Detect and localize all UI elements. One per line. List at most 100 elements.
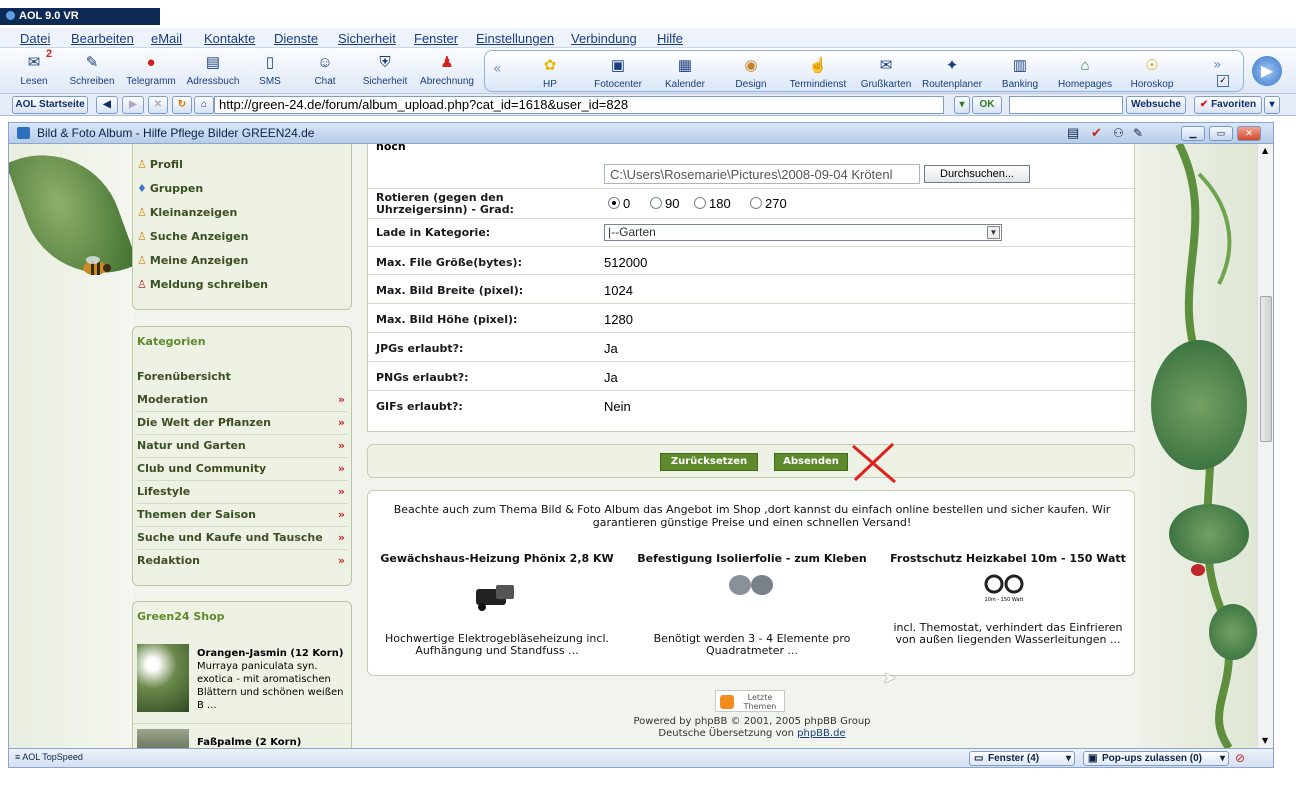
toolbar-hp[interactable]: ✿ HP	[525, 53, 575, 90]
sidebar-item-suche-anzeigen[interactable]: ♙ Suche Anzeigen	[137, 230, 248, 243]
toolbar-fotocenter[interactable]: ▣ Fotocenter	[585, 53, 651, 90]
category-item[interactable]: Themen der Saison»	[137, 504, 347, 527]
scroll-down-icon[interactable]: ▼	[1262, 736, 1268, 745]
rotate-option-180[interactable]: 180	[694, 196, 731, 211]
back-button[interactable]: ◀	[96, 96, 118, 114]
toolbar-abrechnung[interactable]: ♟ Abrechnung	[416, 50, 478, 87]
scrollbar-thumb[interactable]	[1260, 296, 1272, 442]
reload-button[interactable]: ↻	[172, 96, 192, 114]
category-item[interactable]: Suche und Kaufe und Tausche»	[137, 527, 347, 550]
print-icon[interactable]: ▤	[1067, 123, 1079, 143]
scroll-right-icon[interactable]: »	[1213, 57, 1222, 73]
submit-button[interactable]: Absenden	[774, 453, 848, 471]
toolbar-termindienst[interactable]: ☝ Termindienst	[785, 53, 851, 90]
toolbar-lesen[interactable]: ✉ Lesen 2	[14, 48, 54, 87]
rotate-option-0[interactable]: 0	[608, 196, 630, 211]
websuche-button[interactable]: Websuche	[1126, 96, 1186, 114]
palm-image[interactable]	[137, 729, 189, 748]
browse-button[interactable]: Durchsuchen...	[924, 165, 1030, 183]
category-item[interactable]: Natur und Garten»	[137, 435, 347, 458]
chevron-double-down-icon: »	[337, 416, 345, 429]
latest-topics-rss-button[interactable]: Letzte Themen	[715, 690, 785, 712]
url-dropdown[interactable]: ▾	[954, 96, 970, 114]
favoriten-dropdown[interactable]: ▾	[1264, 96, 1280, 114]
toolbar-adressbuch[interactable]: ▤ Adressbuch	[184, 50, 242, 87]
sidebar-item-meldung-schreiben[interactable]: ♙ Meldung schreiben	[137, 278, 268, 291]
go-button[interactable]: OK	[972, 96, 1002, 114]
menu-kontakte[interactable]: Kontakte	[204, 31, 255, 46]
product-title[interactable]: Befestigung Isolierfolie - zum Kleben	[632, 552, 872, 565]
sidebar-item-meine-anzeigen[interactable]: ♙ Meine Anzeigen	[137, 254, 248, 267]
close-button[interactable]: ✕	[1237, 126, 1261, 141]
favorite-check-icon[interactable]: ✔	[1091, 123, 1102, 143]
category-item[interactable]: Moderation»	[137, 389, 347, 412]
menu-fenster[interactable]: Fenster	[414, 31, 458, 46]
aol-startseite-button[interactable]: AOL Startseite	[12, 96, 88, 114]
security-icon[interactable]: ⊘	[1235, 751, 1245, 765]
jasmin-image[interactable]	[137, 644, 189, 712]
shop-promo-box: Beachte auch zum Thema Bild & Foto Album…	[367, 490, 1135, 676]
forward-button[interactable]: ▶	[122, 96, 144, 114]
restore-button[interactable]: ▭	[1209, 126, 1233, 141]
toolbar-routenplaner[interactable]: ✦ Routenplaner	[919, 53, 985, 90]
people-icon[interactable]: ⚇	[1113, 123, 1124, 143]
toolbar-horoskop[interactable]: ☉ Horoskop	[1121, 53, 1183, 90]
favoriten-button[interactable]: ✔ Favoriten	[1194, 96, 1262, 114]
product-title[interactable]: Frostschutz Heizkabel 10m - 150 Watt	[888, 552, 1128, 565]
windows-dropdown[interactable]: ▭ Fenster (4) ▾	[969, 751, 1075, 766]
toolbar-sicherheit[interactable]: ⛨ Sicherheit	[356, 50, 414, 88]
menu-dienste[interactable]: Dienste	[274, 31, 318, 46]
scroll-up-icon[interactable]: ▲	[1262, 146, 1268, 155]
menu-verbindung[interactable]: Verbindung	[571, 31, 637, 46]
aol-triangle-icon[interactable]: ▶	[1252, 56, 1282, 86]
clips-image[interactable]	[726, 571, 776, 599]
toolbar-homepages[interactable]: ⌂ Homepages	[1053, 53, 1117, 91]
heating-cable-image[interactable]	[980, 573, 1030, 599]
phpbb-de-link[interactable]: phpBB.de	[797, 728, 845, 739]
rotate-option-90[interactable]: 90	[650, 196, 679, 211]
menu-hilfe[interactable]: Hilfe	[657, 31, 683, 46]
category-item[interactable]: Redaktion»	[137, 550, 347, 573]
menu-einstellungen[interactable]: Einstellungen	[476, 31, 554, 46]
menu-bearbeiten[interactable]: Bearbeiten	[71, 31, 134, 46]
menu-email[interactable]: eMail	[151, 31, 182, 46]
category-item[interactable]: Club und Community»	[137, 458, 347, 481]
menu-datei[interactable]: Datei	[20, 31, 50, 46]
sidebar-item-kleinanzeigen[interactable]: ♙ Kleinanzeigen	[137, 206, 237, 219]
toolbar-design[interactable]: ◉ Design	[725, 53, 777, 90]
shop-item-title[interactable]: Orangen-Jasmin (12 Korn)	[197, 648, 343, 659]
toolbar-chat[interactable]: ☺ Chat	[300, 50, 350, 88]
toolbar-telegramm[interactable]: ● Telegramm	[122, 50, 180, 88]
minimize-button[interactable]: ▁	[1181, 126, 1205, 141]
stop-button[interactable]: ✕	[148, 96, 168, 114]
category-item[interactable]: Lifestyle»	[137, 481, 347, 504]
heater-image[interactable]	[470, 575, 518, 615]
toolbar-banking[interactable]: ▥ Banking	[993, 53, 1047, 90]
popups-dropdown[interactable]: ▣ Pop-ups zulassen (0) ▾	[1083, 751, 1229, 766]
toolbar-schreiben[interactable]: ✎ Schreiben	[66, 50, 118, 87]
toolbar-sms[interactable]: ▯ SMS	[248, 50, 292, 87]
sidebar-item-profil[interactable]: ♙ Profil	[137, 158, 183, 171]
url-input[interactable]: http://green-24.de/forum/album_upload.ph…	[214, 96, 944, 114]
menu-sicherheit[interactable]: Sicherheit	[338, 31, 396, 46]
reset-button[interactable]: Zurücksetzen	[660, 453, 758, 471]
toolbar-kalender[interactable]: ▦ Kalender	[657, 53, 713, 90]
toolbar-grusskarten[interactable]: ✉ Grußkarten	[855, 53, 917, 90]
scroll-left-icon[interactable]: «	[493, 61, 502, 77]
edit-icon[interactable]: ✎	[1133, 123, 1143, 143]
search-input[interactable]	[1009, 96, 1123, 114]
sidebar-item-gruppen[interactable]: ♦ Gruppen	[137, 182, 203, 195]
file-path-input[interactable]: C:\Users\Rosemarie\Pictures\2008-09-04 K…	[604, 164, 920, 184]
category-forenuebersicht[interactable]: Forenübersicht	[137, 366, 347, 389]
toolbar-customize-icon[interactable]: ✓	[1217, 75, 1229, 87]
category-item[interactable]: Die Welt der Pflanzen»	[137, 412, 347, 435]
home-button[interactable]: ⌂	[194, 96, 214, 114]
hand-icon: ☝	[808, 57, 828, 74]
shop-item-title[interactable]: Faßpalme (2 Korn)	[197, 737, 301, 748]
category-select[interactable]: |--Garten ▼	[604, 224, 1002, 241]
product-title[interactable]: Gewächshaus-Heizung Phönix 2,8 KW	[378, 552, 616, 565]
alert-icon: ♙	[137, 278, 147, 291]
vertical-scrollbar[interactable]: ▲ ▼	[1257, 144, 1273, 748]
upload-form: hoch C:\Users\Rosemarie\Pictures\2008-09…	[367, 144, 1136, 432]
rotate-option-270[interactable]: 270	[750, 196, 787, 211]
